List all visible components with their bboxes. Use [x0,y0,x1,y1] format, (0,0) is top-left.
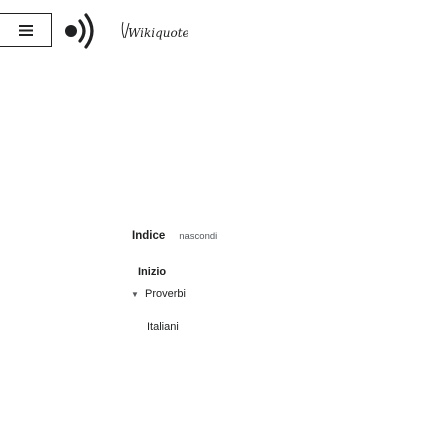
chevron-down-icon[interactable]: ▼ [131,290,141,299]
toc-header: Indice nascondi [0,230,448,242]
wikiquote-logo-icon[interactable] [62,6,106,54]
toc-item-label: Inizio [138,266,167,278]
hamburger-menu-icon [18,24,33,36]
toc-item-inizio[interactable]: Inizio [138,266,166,278]
toc-item-proverbi[interactable]: ▼ Proverbi [131,288,186,300]
table-of-contents: Indice nascondi Inizio ▼ Proverbi Italia… [0,230,448,333]
main-menu-button[interactable] [0,13,52,47]
toc-title: Indice [132,230,166,242]
wikiquote-wordmark[interactable]: Wikiquote [118,14,188,48]
toc-hide-toggle[interactable]: nascondi [179,231,217,242]
toc-item-label: Italiani [147,321,179,333]
wordmark-text: Wikiquote [128,26,188,40]
header: Wikiquote [0,0,448,80]
toc-item-label: Proverbi [145,288,186,300]
toc-item-italiani[interactable]: Italiani [147,321,179,333]
